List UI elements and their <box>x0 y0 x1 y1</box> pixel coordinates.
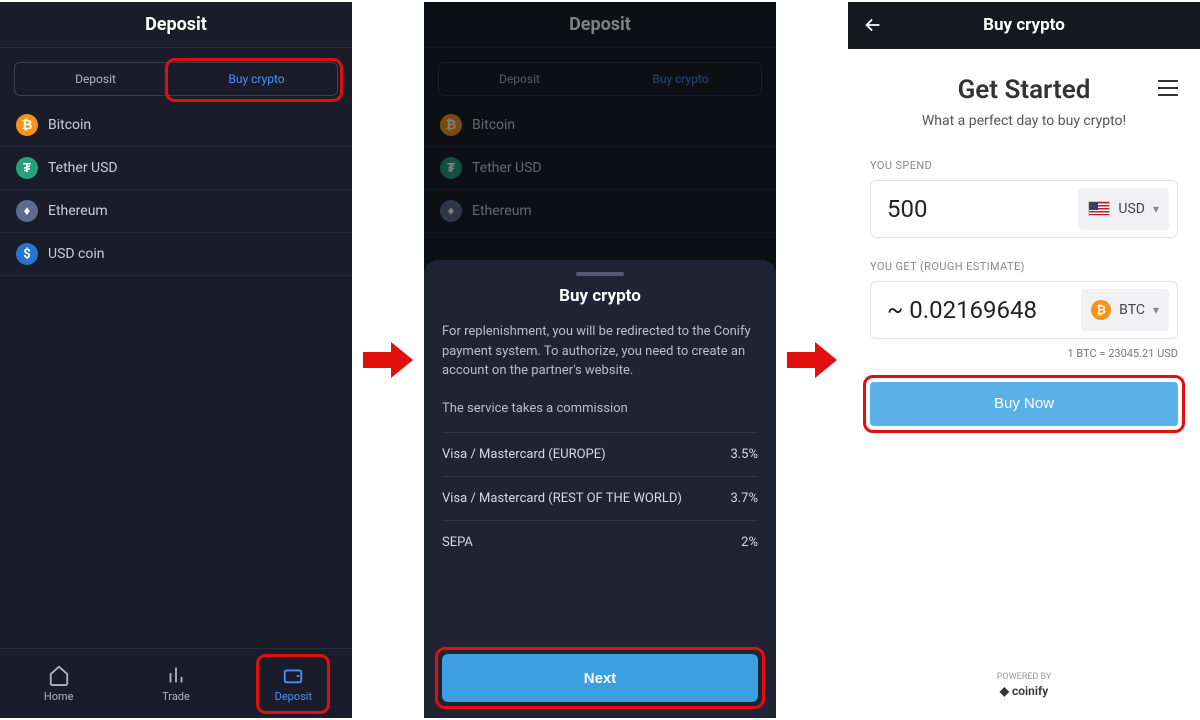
page-header: Buy crypto <box>848 2 1200 49</box>
fee-value: 2% <box>741 535 758 550</box>
bitcoin-icon: ₿ <box>16 114 38 136</box>
highlight-marker <box>165 58 343 102</box>
menu-button[interactable] <box>1158 80 1178 100</box>
fee-label: Visa / Mastercard (EUROPE) <box>442 447 606 462</box>
fee-label: SEPA <box>442 535 473 550</box>
nav-label: Home <box>44 690 74 703</box>
sheet-body: For replenishment, you will be redirecte… <box>442 322 758 381</box>
coin-label: USD coin <box>48 246 105 262</box>
fee-row: Visa / Mastercard (REST OF THE WORLD) 3.… <box>442 476 758 520</box>
coin-row-ethereum[interactable]: ♦ Ethereum <box>0 190 352 233</box>
bottom-nav: Home Trade Deposit <box>0 648 352 718</box>
coin-row-bitcoin[interactable]: ₿ Bitcoin <box>0 104 352 147</box>
home-icon <box>48 664 70 686</box>
nav-trade[interactable]: Trade <box>117 649 234 718</box>
bottom-sheet: Buy crypto For replenishment, you will b… <box>424 260 776 718</box>
screen-coinify-buy: Buy crypto Get Started What a perfect da… <box>848 2 1200 718</box>
fee-row: Visa / Mastercard (EUROPE) 3.5% <box>442 432 758 476</box>
arrow-left-icon <box>862 14 884 36</box>
spend-label: YOU SPEND <box>870 159 1178 172</box>
commission-note: The service takes a commission <box>442 399 758 419</box>
us-flag-icon <box>1088 201 1110 216</box>
screen-deposit-list: Deposit Deposit Buy crypto ₿ Bitcoin ₮ T… <box>0 2 352 718</box>
hamburger-icon <box>1158 80 1178 96</box>
get-started-heading: Get Started <box>958 75 1091 105</box>
get-label: YOU GET (ROUGH ESTIMATE) <box>870 260 1178 273</box>
spend-value: 500 <box>887 195 927 223</box>
coin-row-tether[interactable]: ₮ Tether USD <box>0 147 352 190</box>
chevron-down-icon: ▾ <box>1153 303 1159 317</box>
chart-icon <box>165 664 187 686</box>
spend-field[interactable]: 500 USD ▾ <box>870 180 1178 238</box>
currency-code: BTC <box>1119 302 1145 318</box>
currency-code: USD <box>1118 201 1145 217</box>
get-currency-select[interactable]: ₿ BTC ▾ <box>1081 289 1169 331</box>
fee-label: Visa / Mastercard (REST OF THE WORLD) <box>442 491 682 506</box>
step-arrow-icon <box>776 340 848 380</box>
exchange-rate: 1 BTC = 23045.21 USD <box>870 347 1178 360</box>
get-value: ~ 0.02169648 <box>887 296 1037 324</box>
fee-value: 3.7% <box>730 491 758 506</box>
tab-deposit[interactable]: Deposit <box>15 63 176 95</box>
coin-label: Ethereum <box>48 203 108 219</box>
get-field[interactable]: ~ 0.02169648 ₿ BTC ▾ <box>870 281 1178 339</box>
ethereum-icon: ♦ <box>16 200 38 222</box>
nav-deposit[interactable]: Deposit <box>235 649 352 718</box>
drag-handle[interactable] <box>576 272 624 276</box>
nav-label: Trade <box>162 690 190 703</box>
coinify-logo: ◆ coinify <box>870 684 1178 698</box>
subtitle: What a perfect day to buy crypto! <box>870 113 1178 129</box>
coin-label: Bitcoin <box>48 117 91 133</box>
coin-row-usdc[interactable]: $ USD coin <box>0 233 352 276</box>
page-title: Buy crypto <box>983 15 1065 35</box>
spend-currency-select[interactable]: USD ▾ <box>1078 188 1169 230</box>
sheet-title: Buy crypto <box>442 286 758 306</box>
screen-buy-crypto-sheet: Deposit Deposit Buy crypto ₿Bitcoin ₮Tet… <box>424 2 776 718</box>
usdc-icon: $ <box>16 243 38 265</box>
back-button[interactable] <box>862 14 884 36</box>
coin-label: Tether USD <box>48 160 118 176</box>
chevron-down-icon: ▾ <box>1153 202 1159 216</box>
tether-icon: ₮ <box>16 157 38 179</box>
highlight-marker <box>435 647 765 709</box>
highlight-marker <box>863 375 1185 433</box>
bitcoin-icon: ₿ <box>1091 300 1111 320</box>
tab-group: Deposit Buy crypto <box>14 62 338 96</box>
powered-by: POWERED BY ◆ coinify <box>870 672 1178 708</box>
page-title: Deposit <box>0 2 352 48</box>
nav-home[interactable]: Home <box>0 649 117 718</box>
fee-value: 3.5% <box>730 447 758 462</box>
step-arrow-icon <box>352 340 424 380</box>
highlight-marker <box>256 654 330 714</box>
fee-row: SEPA 2% <box>442 520 758 564</box>
